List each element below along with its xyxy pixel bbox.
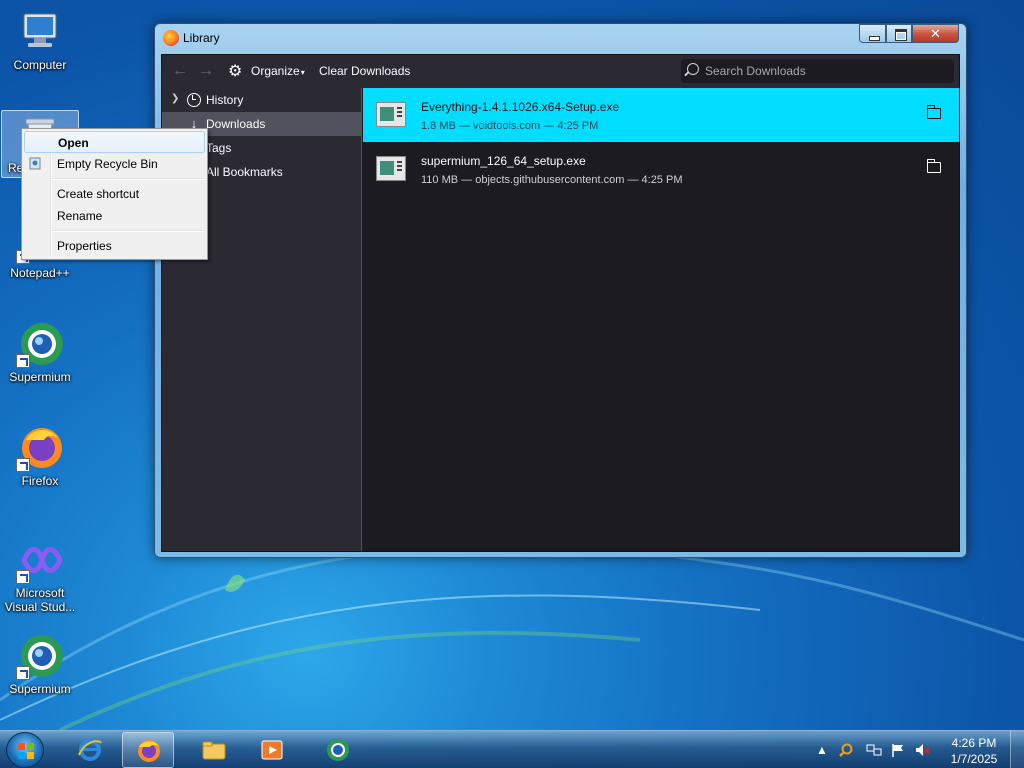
- windows-logo-icon: [18, 743, 34, 759]
- download-meta: 110 MB — objects.githubusercontent.com —…: [421, 174, 683, 186]
- clock-date: 1/7/2025: [950, 752, 998, 766]
- window-title: Library: [183, 31, 220, 45]
- firefox-icon: [163, 30, 179, 46]
- sidebar-item-label: Tags: [206, 141, 232, 155]
- download-item[interactable]: Everything-1.4.1.1026.x64-Setup.exe 1.8 …: [363, 88, 959, 142]
- show-desktop-button[interactable]: [1010, 731, 1024, 768]
- desktop-icon-label: Supermium: [9, 682, 71, 696]
- menu-separator: [52, 230, 205, 232]
- desktop-icon-label: Microsoft Visual Stud...: [4, 586, 76, 614]
- folder-icon: [202, 741, 226, 760]
- back-arrow-icon[interactable]: ←: [172, 63, 188, 79]
- shortcut-arrow-icon: [16, 666, 30, 680]
- sidebar-item-history[interactable]: ❯ History: [162, 88, 361, 112]
- start-button[interactable]: [6, 732, 44, 768]
- clock-time: 4:26 PM: [951, 736, 997, 750]
- download-filename: supermium_126_64_setup.exe: [421, 154, 586, 168]
- supermium-icon: [16, 320, 64, 368]
- supermium-icon: [16, 632, 64, 680]
- sidebar-item-label: History: [206, 93, 244, 107]
- search-box[interactable]: [681, 59, 954, 83]
- sidebar-item-label: All Bookmarks: [206, 165, 283, 179]
- chevron-right-icon[interactable]: ❯: [171, 93, 179, 104]
- menu-item-label: Create shortcut: [57, 187, 140, 201]
- desktop-icon-label: Firefox: [21, 474, 59, 488]
- menu-item-label: Open: [58, 136, 89, 150]
- shortcut-arrow-icon: [16, 570, 30, 584]
- visual-studio-icon: [16, 536, 64, 584]
- taskbar-media-player[interactable]: [246, 732, 298, 768]
- search-icon: [687, 63, 699, 75]
- media-player-icon: [261, 740, 283, 760]
- download-meta: 1.8 MB — voidtools.com — 4:25 PM: [421, 120, 599, 132]
- action-center-flag-icon[interactable]: [890, 742, 906, 758]
- network-icon[interactable]: [866, 742, 882, 758]
- toolbar: ← → ⚙ Organize▾ Clear Downloads: [162, 55, 959, 88]
- clear-downloads-button[interactable]: Clear Downloads: [319, 64, 410, 78]
- computer-icon: [16, 8, 64, 56]
- executable-file-icon: [376, 156, 406, 181]
- download-item[interactable]: supermium_126_64_setup.exe 110 MB — obje…: [363, 142, 959, 196]
- supermium-icon: [327, 739, 349, 761]
- library-window: Library ✕ ← → ⚙ Organize▾ Clear Download…: [154, 23, 967, 558]
- minimize-button[interactable]: [859, 24, 886, 43]
- firefox-icon: [16, 424, 64, 472]
- menu-separator: [52, 178, 205, 180]
- taskbar: ▲ 4:26 PM 1/7/2025: [0, 730, 1024, 768]
- menu-item-rename[interactable]: Rename: [24, 205, 205, 227]
- shortcut-arrow-icon: [16, 354, 30, 368]
- taskbar-firefox[interactable]: [122, 732, 174, 768]
- desktop-icon-supermium[interactable]: Supermium: [1, 320, 79, 384]
- show-hidden-icons-chevron-icon[interactable]: ▲: [814, 742, 830, 758]
- desktop-icon-supermium[interactable]: Supermium: [1, 632, 79, 696]
- desktop-icon-visual-studio[interactable]: Microsoft Visual Stud...: [1, 536, 79, 614]
- library-content: ← → ⚙ Organize▾ Clear Downloads ❯ Histor…: [161, 54, 960, 552]
- desktop-icon-label: Notepad++: [10, 266, 70, 280]
- taskbar-file-explorer[interactable]: [188, 732, 240, 768]
- chevron-down-icon: ▾: [300, 68, 305, 77]
- recycle-bin-icon: [28, 156, 42, 170]
- menu-item-label: Properties: [57, 239, 112, 253]
- menu-item-open[interactable]: Open: [24, 131, 205, 153]
- close-button[interactable]: ✕: [912, 24, 959, 43]
- menu-item-label: Rename: [57, 209, 103, 223]
- title-bar[interactable]: Library ✕: [155, 24, 966, 52]
- context-menu: Open Empty Recycle Bin Create shortcut R…: [21, 128, 208, 260]
- folder-icon[interactable]: [927, 159, 941, 173]
- search-icon[interactable]: [838, 742, 854, 758]
- desktop-icon-label: Supermium: [9, 370, 71, 384]
- menu-item-empty-recycle-bin[interactable]: Empty Recycle Bin: [24, 153, 205, 175]
- executable-file-icon: [376, 102, 406, 127]
- clock-icon: [186, 92, 202, 108]
- search-input[interactable]: [705, 62, 945, 80]
- maximize-button[interactable]: [886, 24, 912, 43]
- desktop-icon-computer[interactable]: Computer: [1, 8, 79, 72]
- forward-arrow-icon[interactable]: →: [198, 63, 214, 79]
- taskbar-supermium[interactable]: [312, 732, 364, 768]
- desktop-icon-firefox[interactable]: Firefox: [1, 424, 79, 488]
- gear-icon[interactable]: ⚙: [228, 63, 246, 81]
- folder-icon[interactable]: [927, 105, 941, 119]
- firefox-icon: [138, 740, 160, 762]
- download-filename: Everything-1.4.1.1026.x64-Setup.exe: [421, 100, 620, 114]
- menu-item-properties[interactable]: Properties: [24, 235, 205, 257]
- menu-item-label: Empty Recycle Bin: [57, 157, 158, 171]
- organize-button[interactable]: Organize▾: [251, 64, 305, 78]
- organize-label: Organize: [251, 64, 300, 78]
- menu-item-create-shortcut[interactable]: Create shortcut: [24, 183, 205, 205]
- downloads-list: Everything-1.4.1.1026.x64-Setup.exe 1.8 …: [363, 88, 959, 551]
- volume-muted-icon[interactable]: [914, 742, 930, 758]
- internet-explorer-icon: [78, 739, 102, 761]
- desktop-icon-label: Computer: [13, 58, 67, 72]
- sidebar-item-label: Downloads: [206, 117, 266, 131]
- taskbar-internet-explorer[interactable]: [64, 732, 116, 768]
- system-clock[interactable]: 4:26 PM 1/7/2025: [943, 735, 1005, 767]
- shortcut-arrow-icon: [16, 458, 30, 472]
